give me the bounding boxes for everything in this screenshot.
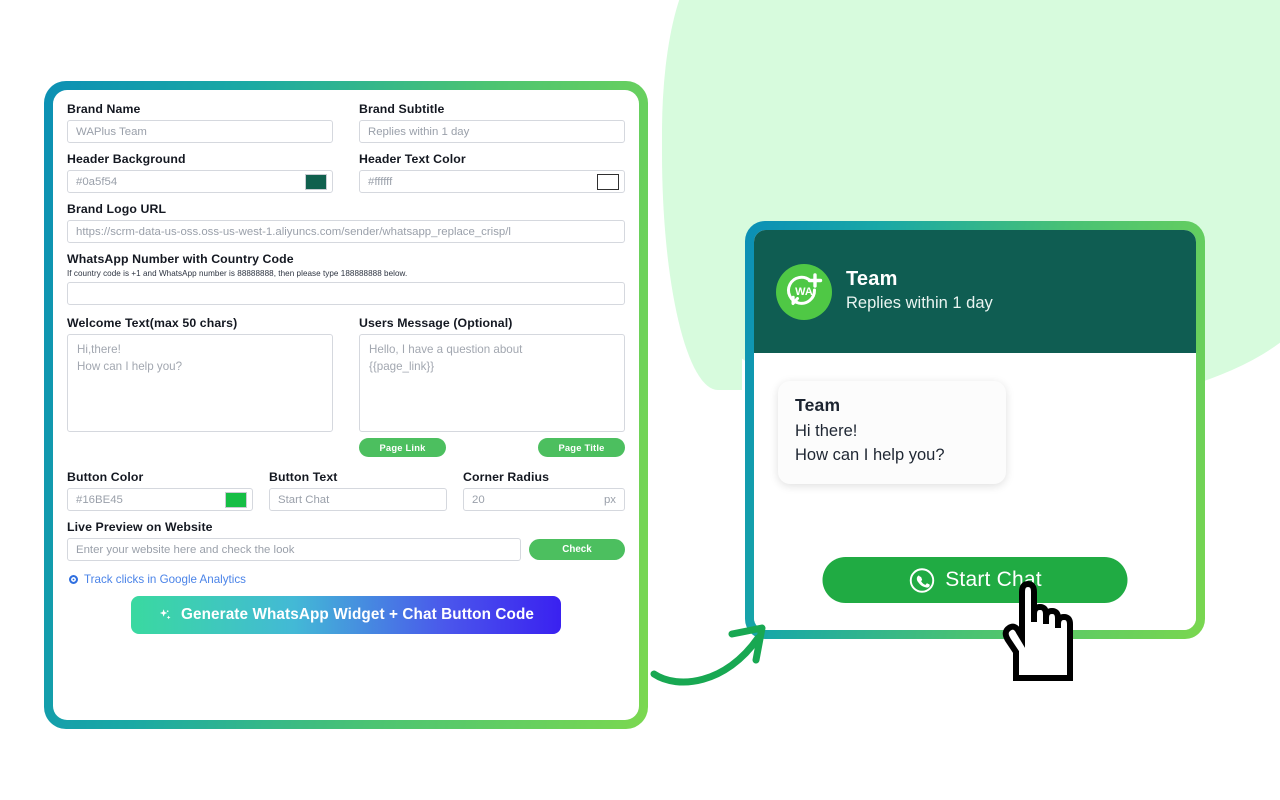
whatsapp-number-hint: If country code is +1 and WhatsApp numbe…	[67, 269, 408, 278]
whatsapp-number-group: WhatsApp Number with Country Code If cou…	[67, 252, 625, 305]
chat-widget-header: WA Team Replies within 1 day	[754, 230, 1196, 353]
widget-settings-body: Brand Name WAPlus Team Brand Subtitle Re…	[53, 90, 639, 720]
brand-subtitle-label: Brand Subtitle	[359, 102, 445, 116]
brand-subtitle-value: Replies within 1 day	[368, 125, 470, 138]
chat-message-line2: How can I help you?	[795, 445, 945, 464]
whatsapp-number-label: WhatsApp Number with Country Code	[67, 252, 294, 266]
brand-subtitle-input[interactable]: Replies within 1 day	[359, 120, 625, 143]
header-text-color-value: #ffffff	[368, 175, 393, 188]
button-color-label: Button Color	[67, 470, 144, 484]
brand-logo-url-label: Brand Logo URL	[67, 202, 167, 216]
message-token-chips: Page Link Page Title	[359, 438, 625, 457]
header-text-color-swatch[interactable]	[597, 173, 619, 190]
corner-radius-label: Corner Radius	[463, 470, 550, 484]
brand-subtitle-group: Brand Subtitle Replies within 1 day	[359, 102, 625, 143]
chat-widget-title: Team	[846, 268, 898, 291]
live-preview-input[interactable]: Enter your website here and check the lo…	[67, 538, 521, 561]
chat-message-bubble: Team Hi there! How can I help you?	[778, 381, 1006, 484]
brand-row: Brand Name WAPlus Team Brand Subtitle Re…	[67, 102, 625, 143]
brand-logo-url-value: https://scrm-data-us-oss.oss-us-west-1.a…	[76, 225, 511, 238]
track-analytics-label: Track clicks in Google Analytics	[84, 573, 246, 586]
chat-widget-body: Team Hi there! How can I help you? Start…	[754, 353, 1196, 630]
start-chat-button[interactable]: Start Chat	[822, 557, 1128, 603]
avatar: WA	[776, 263, 832, 320]
header-color-row: Header Background #0a5f54 Header Text Co…	[67, 152, 625, 193]
corner-radius-value: 20	[472, 493, 485, 506]
header-background-label: Header Background	[67, 152, 186, 166]
whatsapp-plus-icon: WA	[787, 272, 823, 305]
whatsapp-number-input[interactable]	[67, 282, 625, 305]
header-background-input[interactable]: #0a5f54	[67, 170, 333, 193]
header-text-color-input[interactable]: #ffffff	[359, 170, 625, 193]
header-text-color-label: Header Text Color	[359, 152, 466, 166]
users-message-textarea[interactable]: Hello, I have a question about {{page_li…	[359, 334, 625, 432]
chat-widget: WA Team Replies within 1 day Team Hi the…	[754, 230, 1196, 630]
live-preview-group: Live Preview on Website Enter your websi…	[67, 520, 625, 561]
brand-name-label: Brand Name	[67, 102, 141, 116]
header-text-color-group: Header Text Color #ffffff	[359, 152, 625, 193]
chat-message-sender: Team	[795, 395, 841, 415]
sparkle-icon	[159, 608, 171, 619]
chat-widget-subtitle: Replies within 1 day	[846, 294, 993, 313]
page-title-chip[interactable]: Page Title	[538, 438, 625, 457]
button-text-input[interactable]: Start Chat	[269, 488, 447, 511]
brand-logo-url-group: Brand Logo URL https://scrm-data-us-oss.…	[67, 202, 625, 243]
brand-name-group: Brand Name WAPlus Team	[67, 102, 333, 143]
page-root: Brand Name WAPlus Team Brand Subtitle Re…	[0, 0, 1280, 800]
brand-name-input[interactable]: WAPlus Team	[67, 120, 333, 143]
button-color-value: #16BE45	[76, 493, 123, 506]
brand-name-value: WAPlus Team	[76, 125, 147, 138]
generate-code-button[interactable]: Generate WhatsApp Widget + Chat Button C…	[131, 596, 561, 634]
button-color-group: Button Color #16BE45	[67, 470, 253, 511]
corner-radius-group: Corner Radius 20 px	[463, 470, 625, 511]
check-button[interactable]: Check	[529, 539, 625, 560]
header-background-value: #0a5f54	[76, 175, 118, 188]
corner-radius-unit: px	[603, 493, 616, 506]
hand-cursor-icon	[1002, 580, 1073, 681]
button-style-row: Button Color #16BE45 Button Text Start C…	[67, 470, 625, 511]
radio-icon[interactable]	[69, 575, 78, 584]
track-analytics-row[interactable]: Track clicks in Google Analytics	[69, 573, 625, 586]
avatar-text: WA	[795, 286, 813, 298]
users-message-line1: Hello, I have a question about	[369, 343, 523, 356]
whatsapp-icon	[909, 567, 934, 593]
welcome-text-group: Welcome Text(max 50 chars) Hi,there! How…	[67, 316, 333, 457]
welcome-text-textarea[interactable]: Hi,there! How can I help you?	[67, 334, 333, 432]
button-color-input[interactable]: #16BE45	[67, 488, 253, 511]
button-text-label: Button Text	[269, 470, 338, 484]
chat-widget-header-text: Team Replies within 1 day	[846, 268, 993, 314]
page-link-chip[interactable]: Page Link	[359, 438, 446, 457]
corner-radius-input[interactable]: 20 px	[463, 488, 625, 511]
users-message-line2: {{page_link}}	[369, 359, 435, 373]
curved-arrow-icon	[650, 624, 766, 686]
messages-row: Welcome Text(max 50 chars) Hi,there! How…	[67, 316, 625, 457]
header-background-group: Header Background #0a5f54	[67, 152, 333, 193]
users-message-label: Users Message (Optional)	[359, 316, 513, 330]
live-preview-value: Enter your website here and check the lo…	[76, 543, 295, 556]
welcome-text-line2: How can I help you?	[77, 359, 183, 373]
button-text-group: Button Text Start Chat	[269, 470, 447, 511]
button-color-swatch[interactable]	[225, 491, 247, 508]
chat-widget-preview: WA Team Replies within 1 day Team Hi the…	[745, 221, 1205, 639]
live-preview-label: Live Preview on Website	[67, 520, 213, 534]
users-message-group: Users Message (Optional) Hello, I have a…	[359, 316, 625, 457]
button-text-value: Start Chat	[278, 493, 330, 506]
chat-message-line1: Hi there!	[795, 422, 858, 440]
generate-code-label: Generate WhatsApp Widget + Chat Button C…	[180, 606, 535, 623]
welcome-text-label: Welcome Text(max 50 chars)	[67, 316, 238, 330]
widget-settings-card: Brand Name WAPlus Team Brand Subtitle Re…	[44, 81, 648, 729]
brand-logo-url-input[interactable]: https://scrm-data-us-oss.oss-us-west-1.a…	[67, 220, 625, 243]
live-preview-row: Enter your website here and check the lo…	[67, 538, 625, 561]
welcome-text-line1: Hi,there!	[77, 343, 121, 356]
header-background-swatch[interactable]	[305, 173, 327, 190]
